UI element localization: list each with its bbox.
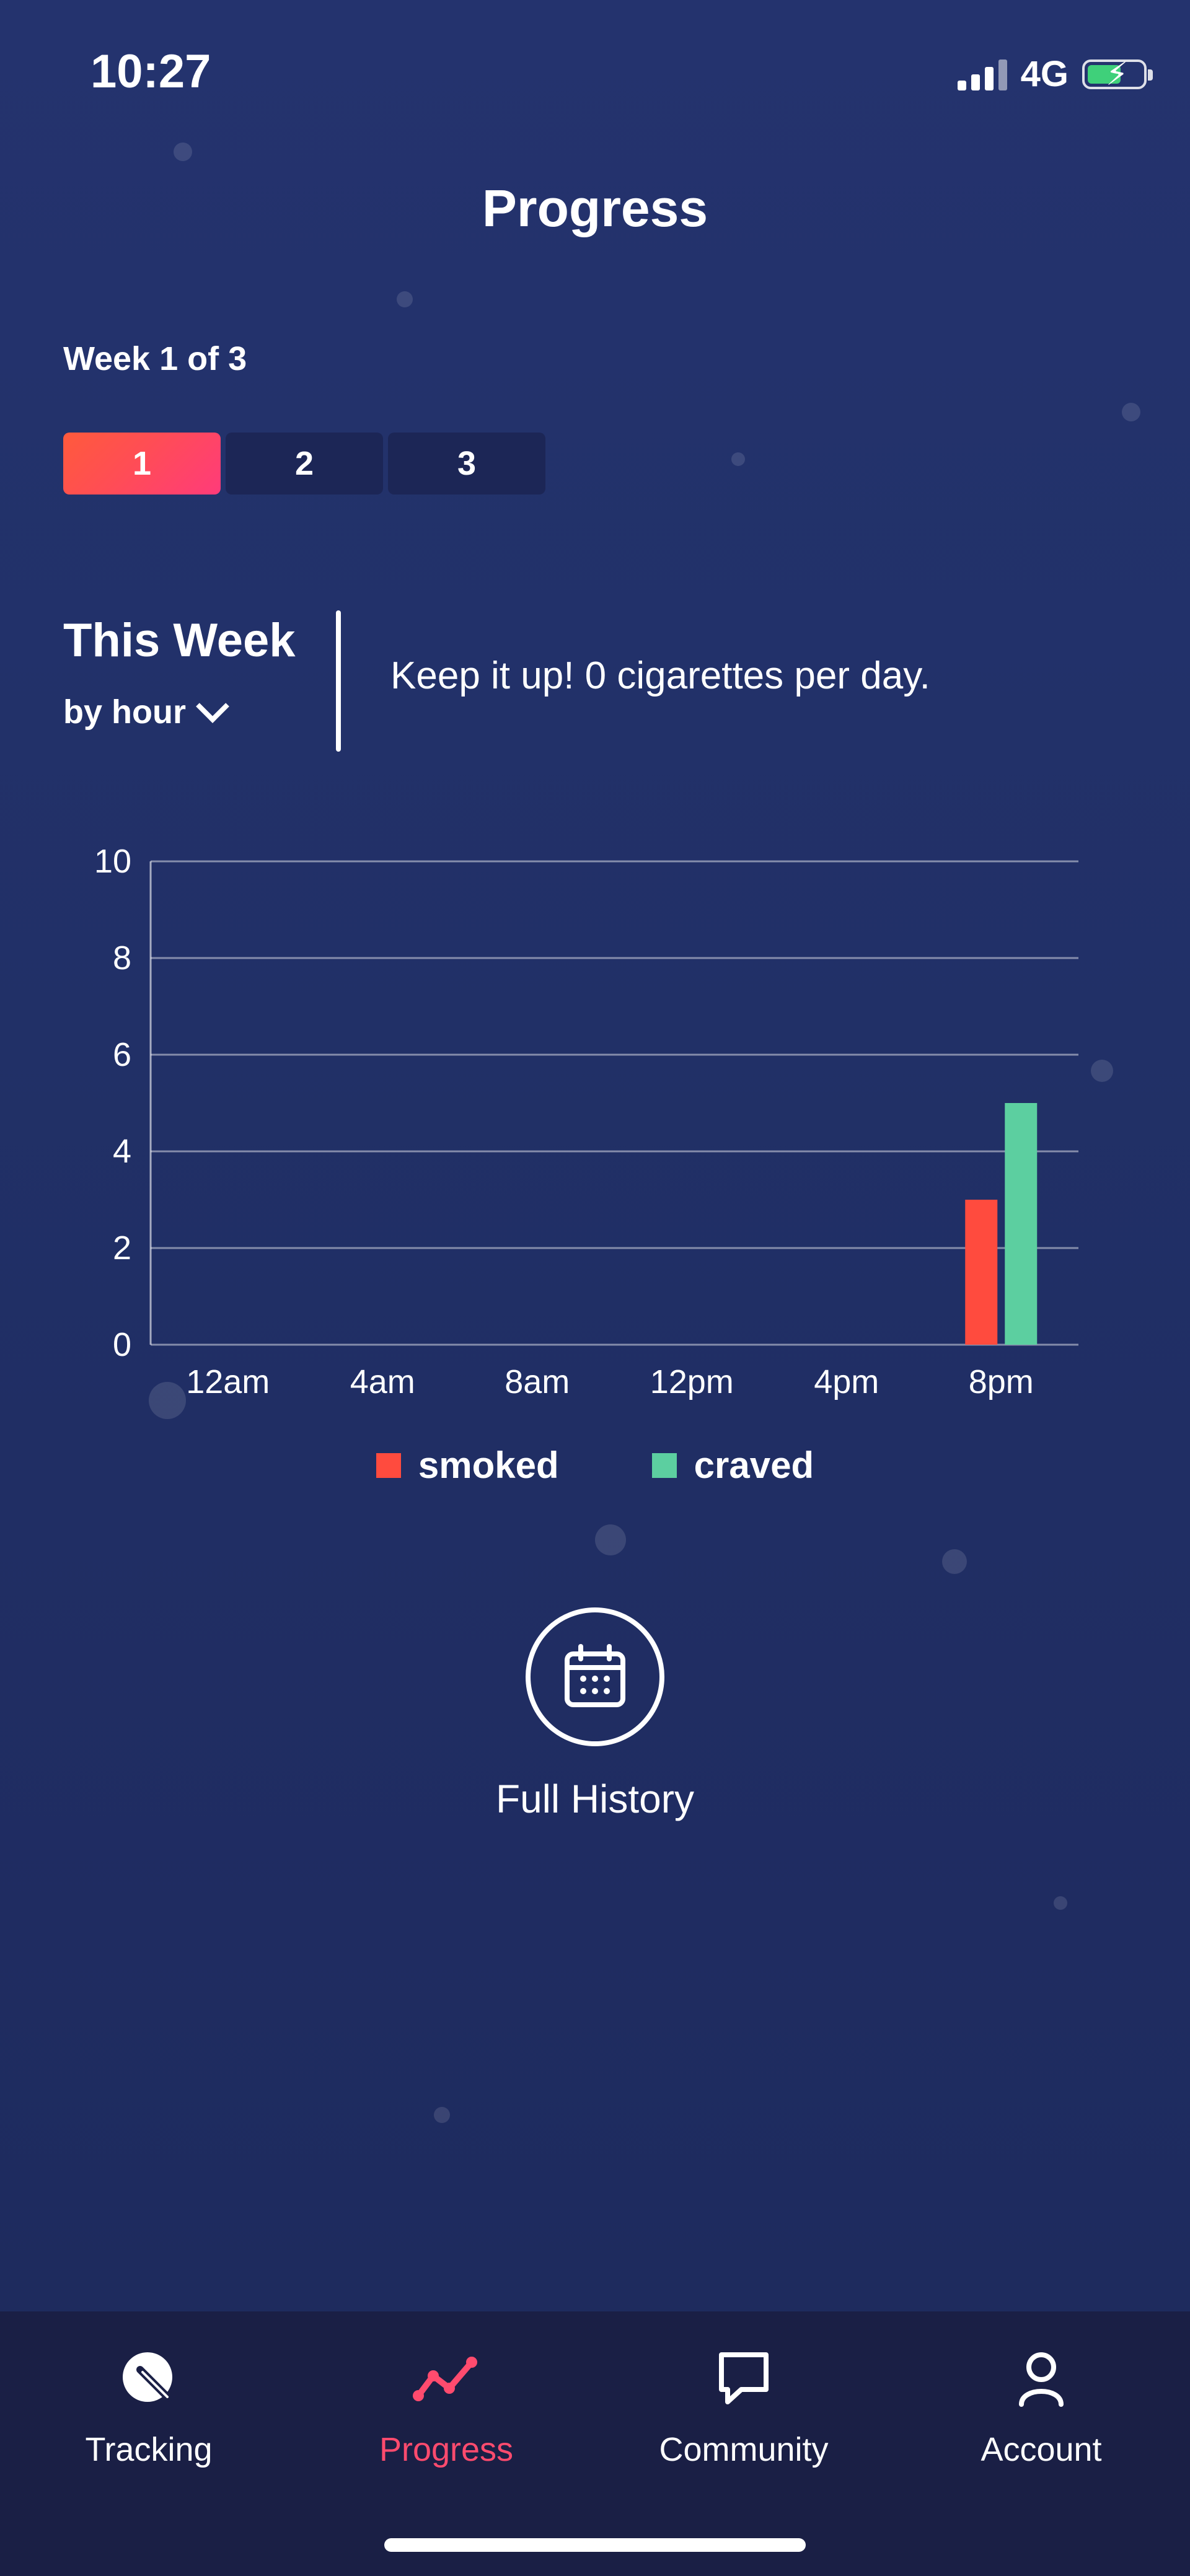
- background-speck: [1054, 1896, 1067, 1910]
- battery-icon: ⚡: [1082, 58, 1153, 90]
- bar-craved-8pm: [1005, 1103, 1038, 1345]
- legend-label-craved: craved: [694, 1444, 814, 1486]
- tab-label-account: Account: [981, 2431, 1102, 2468]
- y-tick-label: 0: [113, 1326, 131, 1363]
- filter-label: by hour: [63, 693, 186, 731]
- x-tick-label: 12pm: [650, 1363, 734, 1400]
- summary-title: This Week: [63, 614, 296, 667]
- background-speck: [942, 1549, 967, 1574]
- user-icon: [1019, 2352, 1064, 2407]
- x-tick-label: 12am: [186, 1363, 270, 1400]
- chart-legend: smoked craved: [0, 1444, 1190, 1487]
- bottom-tab-bar: Tracking Progress Community Account: [0, 2311, 1190, 2576]
- y-tick-label: 8: [113, 939, 131, 977]
- x-tick-label: 8pm: [969, 1363, 1034, 1400]
- x-tick-label: 4am: [350, 1363, 415, 1400]
- tab-label-community: Community: [659, 2431, 829, 2468]
- summary-divider: [336, 610, 341, 752]
- tab-community[interactable]: Community: [595, 2311, 892, 2497]
- week-tab-2[interactable]: 2: [226, 433, 383, 495]
- week-tab-1[interactable]: 1: [63, 433, 221, 495]
- tab-account[interactable]: Account: [892, 2311, 1190, 2497]
- background-speck: [397, 291, 413, 307]
- filter-dropdown[interactable]: by hour: [63, 690, 229, 731]
- full-history-label[interactable]: Full History: [0, 1776, 1190, 1822]
- background-speck: [434, 2107, 450, 2123]
- tab-tracking[interactable]: Tracking: [0, 2311, 298, 2497]
- legend-label-smoked: smoked: [418, 1444, 559, 1486]
- chevron-down-icon: [196, 690, 229, 723]
- y-tick-label: 4: [113, 1133, 131, 1170]
- calendar-icon: [565, 1644, 625, 1707]
- chat-bubble-icon: [719, 2352, 769, 2404]
- status-time: 10:27: [90, 45, 211, 98]
- week-label: Week 1 of 3: [63, 340, 247, 377]
- legend-item-smoked: smoked: [376, 1444, 559, 1487]
- tracking-icon: [123, 2352, 172, 2402]
- network-type: 4G: [1020, 54, 1069, 94]
- full-history-button[interactable]: [526, 1607, 664, 1746]
- tab-label-progress: Progress: [379, 2431, 514, 2468]
- background-speck: [174, 143, 192, 161]
- background-speck: [1122, 403, 1140, 421]
- legend-swatch-smoked: [376, 1453, 401, 1478]
- bar-smoked-8pm: [965, 1200, 998, 1345]
- x-tick-label: 8am: [505, 1363, 570, 1400]
- week-tab-3[interactable]: 3: [388, 433, 545, 495]
- status-indicators: 4G ⚡: [957, 53, 1153, 95]
- y-tick-label: 2: [113, 1229, 131, 1267]
- background-speck: [595, 1524, 626, 1555]
- tab-label-tracking: Tracking: [85, 2431, 213, 2468]
- legend-swatch-craved: [651, 1453, 677, 1478]
- hourly-bar-chart: 0 2 4 6 8 10 12am 4am 8am 12pm 4pm 8pm: [94, 843, 1078, 1400]
- background-speck: [731, 452, 745, 466]
- signal-icon: [957, 58, 1007, 90]
- x-tick-label: 4pm: [814, 1363, 879, 1400]
- home-indicator: [384, 2538, 806, 2552]
- tab-progress[interactable]: Progress: [298, 2311, 595, 2497]
- week-selector: 1 2 3: [63, 433, 545, 495]
- legend-item-craved: craved: [651, 1444, 814, 1487]
- y-tick-label: 10: [94, 843, 131, 880]
- progress-icon: [413, 2357, 477, 2401]
- page-title: Progress: [482, 179, 708, 237]
- y-tick-label: 6: [113, 1036, 131, 1073]
- summary-message: Keep it up! 0 cigarettes per day.: [390, 654, 930, 697]
